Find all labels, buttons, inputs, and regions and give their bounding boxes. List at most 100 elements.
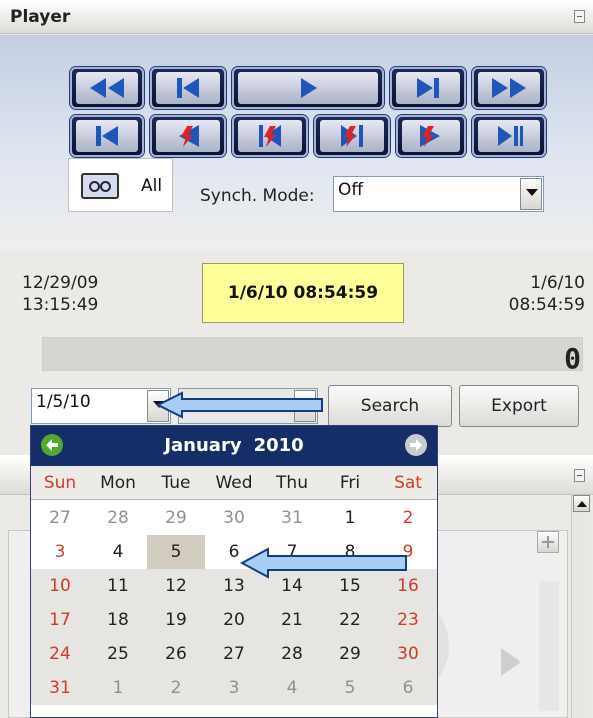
calendar-day-other-month[interactable]: 30 xyxy=(205,501,263,535)
calendar-day-other-month[interactable]: 31 xyxy=(263,501,321,535)
calendar-week-row: 17 18 19 20 21 22 23 xyxy=(31,603,437,637)
current-time-display: 1/6/10 08:54:59 xyxy=(202,263,404,323)
prev-marker-button[interactable] xyxy=(232,115,308,157)
annotation-arrow-day xyxy=(240,547,407,579)
next-marker-icon xyxy=(341,125,363,147)
date-picker-value: 1/5/10 xyxy=(36,392,91,412)
calendar-day[interactable]: 30 xyxy=(379,637,437,671)
screen: Player All Synch. Mode: Off 12/29/09 13:… xyxy=(0,0,593,718)
pin-icon[interactable] xyxy=(574,469,585,482)
step-back-icon xyxy=(177,78,199,98)
calendar-day[interactable]: 31 xyxy=(31,671,89,705)
calendar-day[interactable]: 20 xyxy=(205,603,263,637)
synch-mode-label: Synch. Mode: xyxy=(200,186,315,206)
rewind-button[interactable] xyxy=(70,67,144,109)
calendar-day-other-month[interactable]: 2 xyxy=(147,671,205,705)
calendar-day[interactable]: 29 xyxy=(321,637,379,671)
weekday-mon: Mon xyxy=(100,473,136,493)
range-end: 1/6/10 08:54:59 xyxy=(509,272,585,316)
calendar-day-other-month[interactable]: 3 xyxy=(205,671,263,705)
weekday-wed: Wed xyxy=(215,473,253,493)
go-to-end-button[interactable] xyxy=(472,115,546,157)
calendar-week-row: 24 25 26 27 28 29 30 xyxy=(31,637,437,671)
source-selector[interactable]: All xyxy=(68,158,173,212)
range-start-time: 13:15:49 xyxy=(22,295,99,315)
calendar-day[interactable]: 5 xyxy=(147,535,205,569)
source-all-label: All xyxy=(141,176,163,196)
calendar-day[interactable]: 21 xyxy=(263,603,321,637)
calendar-day[interactable]: 1 xyxy=(321,501,379,535)
lower-panel-scrollbar[interactable] xyxy=(571,495,591,718)
range-end-time: 08:54:59 xyxy=(508,295,585,315)
calendar-week-row: 31 1 2 3 4 5 6 xyxy=(31,671,437,705)
play-button[interactable] xyxy=(232,67,384,109)
play-icon xyxy=(301,78,317,98)
step-back-button[interactable] xyxy=(150,67,226,109)
calendar-day[interactable]: 27 xyxy=(205,637,263,671)
fast-forward-icon xyxy=(492,78,526,98)
calendar-day-other-month[interactable]: 5 xyxy=(321,671,379,705)
calendar-day[interactable]: 3 xyxy=(31,535,89,569)
date-picker-input[interactable]: 1/5/10 xyxy=(31,388,171,424)
next-event-icon xyxy=(420,125,440,147)
calendar-day-other-month[interactable]: 29 xyxy=(147,501,205,535)
zoom-in-button[interactable] xyxy=(537,531,559,553)
search-button[interactable]: Search xyxy=(328,385,452,427)
annotation-arrow-date xyxy=(156,391,323,419)
synch-mode-value: Off xyxy=(338,180,364,200)
calendar-day[interactable]: 18 xyxy=(89,603,147,637)
plus-icon xyxy=(542,536,554,548)
timeline-slider[interactable] xyxy=(42,337,583,371)
calendar-day-other-month[interactable]: 1 xyxy=(89,671,147,705)
step-forward-icon xyxy=(417,78,439,98)
synch-mode-select[interactable]: Off xyxy=(333,176,544,212)
weekday-thu: Thu xyxy=(276,473,308,493)
calendar-day[interactable]: 26 xyxy=(147,637,205,671)
calendar-year[interactable]: 2010 xyxy=(254,435,304,456)
step-forward-button[interactable] xyxy=(390,67,466,109)
calendar-day-other-month[interactable]: 4 xyxy=(263,671,321,705)
calendar-day[interactable]: 24 xyxy=(31,637,89,671)
range-start-date: 12/29/09 xyxy=(22,273,99,293)
arrow-right-icon xyxy=(410,439,422,451)
calendar-day-other-month[interactable]: 28 xyxy=(89,501,147,535)
zoom-slider[interactable] xyxy=(539,581,559,711)
calendar-day[interactable]: 17 xyxy=(31,603,89,637)
play-right-icon xyxy=(501,648,521,676)
weekday-header-row: Sun Mon Tue Wed Thu Fri Sat xyxy=(31,466,437,500)
calendar-day[interactable]: 2 xyxy=(379,501,437,535)
calendar-day[interactable]: 10 xyxy=(31,569,89,603)
prev-marker-icon xyxy=(259,125,281,147)
next-month-button[interactable] xyxy=(405,434,427,456)
export-button[interactable]: Export xyxy=(459,385,579,427)
calendar-day[interactable]: 19 xyxy=(147,603,205,637)
weekday-sat: Sat xyxy=(394,473,422,493)
calendar-week-row: 27 28 29 30 31 1 2 xyxy=(31,501,437,535)
pin-icon[interactable] xyxy=(574,10,585,23)
range-end-date: 1/6/10 xyxy=(530,273,585,293)
chevron-down-icon[interactable] xyxy=(520,178,542,210)
prev-event-button[interactable] xyxy=(150,115,226,157)
calendar-day-other-month[interactable]: 27 xyxy=(31,501,89,535)
calendar-day[interactable]: 11 xyxy=(89,569,147,603)
go-to-start-button[interactable] xyxy=(70,115,144,157)
rewind-icon xyxy=(90,78,124,98)
scroll-up-icon[interactable] xyxy=(573,495,590,512)
calendar-day[interactable]: 22 xyxy=(321,603,379,637)
player-panel-title: Player xyxy=(10,7,71,27)
calendar-day-other-month[interactable]: 6 xyxy=(379,671,437,705)
calendar-day[interactable]: 25 xyxy=(89,637,147,671)
calendar-day[interactable]: 28 xyxy=(263,637,321,671)
next-marker-button[interactable] xyxy=(314,115,390,157)
tape-icon xyxy=(81,173,119,199)
range-start: 12/29/09 13:15:49 xyxy=(22,272,98,316)
calendar-day[interactable]: 4 xyxy=(89,535,147,569)
calendar-day[interactable]: 23 xyxy=(379,603,437,637)
calendar-month[interactable]: January xyxy=(164,435,241,456)
weekday-sun: Sun xyxy=(43,473,77,493)
go-to-end-icon xyxy=(498,126,523,146)
fast-forward-button[interactable] xyxy=(472,67,546,109)
calendar-day[interactable]: 12 xyxy=(147,569,205,603)
next-event-button[interactable] xyxy=(396,115,466,157)
calendar-header: January 2010 xyxy=(31,426,437,466)
